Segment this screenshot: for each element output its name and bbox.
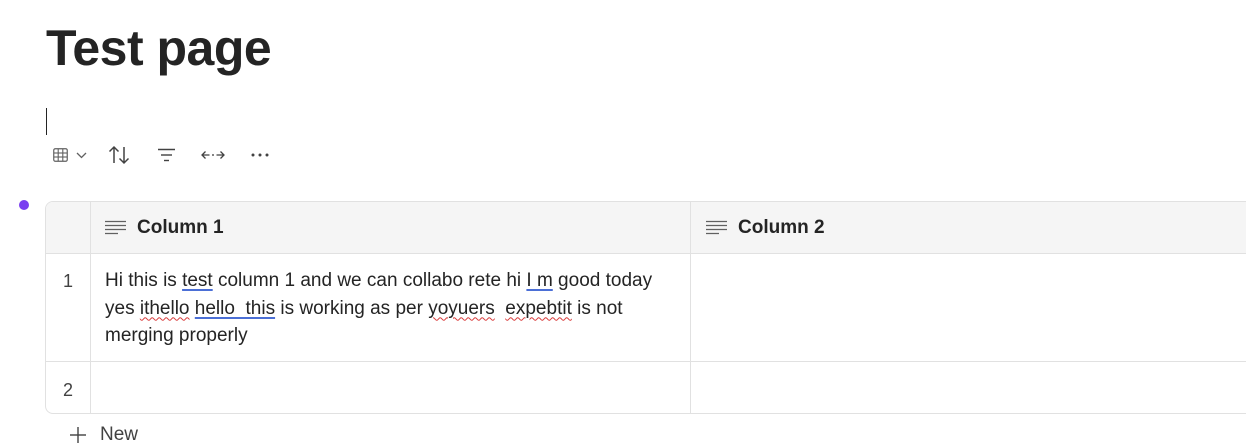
- sort-icon: [108, 145, 130, 165]
- column-header-label: Column 2: [738, 216, 825, 238]
- table-view-icon: [53, 148, 68, 162]
- text-lines-icon: [105, 220, 126, 235]
- sort-button[interactable]: [94, 140, 144, 170]
- cell-text-segment: [495, 298, 506, 319]
- text-lines-icon: [706, 220, 727, 235]
- expand-width-icon: [201, 150, 225, 160]
- column-header-2[interactable]: Column 2: [706, 202, 825, 253]
- filter-icon: [157, 148, 176, 162]
- table-row[interactable]: 2: [46, 362, 1246, 413]
- spelling-error-text: yoyuers: [428, 297, 495, 319]
- cell-text-segment: column 1 and we can collabo rete hi: [212, 270, 527, 291]
- selection-dot-indicator: [19, 200, 29, 210]
- expand-width-button[interactable]: [188, 140, 238, 170]
- table-cell[interactable]: Hi this is test column 1 and we can coll…: [105, 267, 665, 350]
- more-options-button[interactable]: [238, 140, 282, 170]
- new-row-label: New: [100, 424, 139, 445]
- chevron-down-icon: [76, 152, 87, 159]
- table-header: Column 1 Column 2: [46, 202, 1246, 254]
- grammar-hint-text: test: [182, 270, 213, 291]
- table-row[interactable]: 1 Hi this is test column 1 and we can co…: [46, 254, 1246, 362]
- plus-icon: [68, 425, 88, 445]
- grammar-hint-text: hello this: [194, 297, 276, 319]
- grammar-hint-text: I m: [526, 270, 553, 291]
- column-header-label: Column 1: [137, 216, 224, 238]
- row-number: 1: [62, 271, 73, 291]
- spelling-error-text: expebtit: [505, 297, 572, 319]
- data-table: Column 1 Column 2 1 Hi this is test colu…: [45, 201, 1246, 414]
- cell-text-segment: Hi this is: [105, 270, 183, 291]
- page-title[interactable]: Test page: [46, 18, 272, 78]
- more-options-icon: [251, 153, 269, 157]
- column-header-1[interactable]: Column 1: [105, 202, 224, 253]
- spelling-error-text: ithello: [139, 297, 190, 319]
- table-toolbar: [46, 140, 282, 170]
- row-number: 2: [62, 380, 73, 400]
- filter-button[interactable]: [144, 140, 188, 170]
- cell-text-segment: is working as per: [275, 297, 429, 319]
- table-view-button[interactable]: [46, 140, 94, 170]
- add-new-row-button[interactable]: New: [68, 424, 138, 446]
- text-cursor: [46, 108, 47, 135]
